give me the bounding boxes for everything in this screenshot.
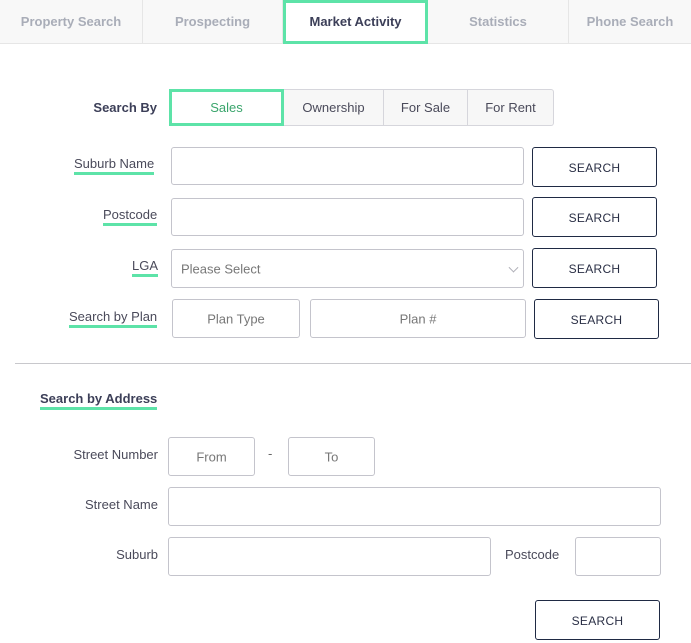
search-by-ownership[interactable]: Ownership: [284, 89, 384, 126]
search-by-address-heading: Search by Address: [40, 391, 158, 410]
tab-statistics[interactable]: Statistics: [428, 0, 569, 44]
section-divider: [15, 363, 691, 364]
tab-bar: Property Search Prospecting Market Activ…: [0, 0, 691, 44]
plan-search-button[interactable]: SEARCH: [534, 299, 659, 339]
tab-property-search[interactable]: Property Search: [0, 0, 143, 44]
tab-phone-search[interactable]: Phone Search: [569, 0, 691, 44]
plan-number-placeholder: Plan #: [399, 311, 437, 326]
tab-market-activity[interactable]: Market Activity: [283, 0, 428, 44]
address-postcode-label: Postcode: [505, 547, 560, 562]
street-name-label: Street Name: [85, 497, 158, 512]
street-number-from-input[interactable]: From: [168, 437, 255, 476]
search-by-for-sale[interactable]: For Sale: [384, 89, 468, 126]
suburb-input[interactable]: [168, 537, 491, 576]
street-number-to-placeholder: To: [324, 449, 339, 464]
search-by-segmented-control: Sales Ownership For Sale For Rent: [169, 89, 554, 126]
lga-label: LGA: [132, 258, 159, 277]
street-number-from-placeholder: From: [196, 449, 227, 464]
postcode-input[interactable]: [171, 198, 524, 236]
postcode-search-button[interactable]: SEARCH: [532, 197, 657, 237]
street-number-label: Street Number: [73, 447, 158, 462]
lga-select[interactable]: Please Select: [171, 249, 524, 288]
postcode-label: Postcode: [103, 207, 158, 226]
suburb-name-label: Suburb Name: [74, 156, 155, 175]
street-number-to-input[interactable]: To: [288, 437, 375, 476]
suburb-name-input[interactable]: [171, 147, 524, 185]
search-by-for-rent[interactable]: For Rent: [468, 89, 554, 126]
range-separator: -: [268, 446, 273, 461]
plan-number-input[interactable]: Plan #: [310, 299, 526, 338]
lga-search-button[interactable]: SEARCH: [532, 248, 657, 288]
suburb-label: Suburb: [116, 547, 158, 562]
suburb-search-button[interactable]: SEARCH: [532, 147, 657, 187]
search-by-label: Search By: [93, 100, 157, 115]
search-by-plan-label: Search by Plan: [69, 309, 158, 328]
plan-type-placeholder: Plan Type: [207, 311, 265, 326]
lga-selected-value: Please Select: [181, 261, 261, 276]
tab-prospecting[interactable]: Prospecting: [143, 0, 283, 44]
address-postcode-input[interactable]: [575, 537, 661, 576]
plan-type-input[interactable]: Plan Type: [172, 299, 300, 338]
address-search-button[interactable]: SEARCH: [535, 600, 660, 640]
street-name-input[interactable]: [168, 487, 661, 526]
search-by-sales[interactable]: Sales: [169, 89, 284, 126]
